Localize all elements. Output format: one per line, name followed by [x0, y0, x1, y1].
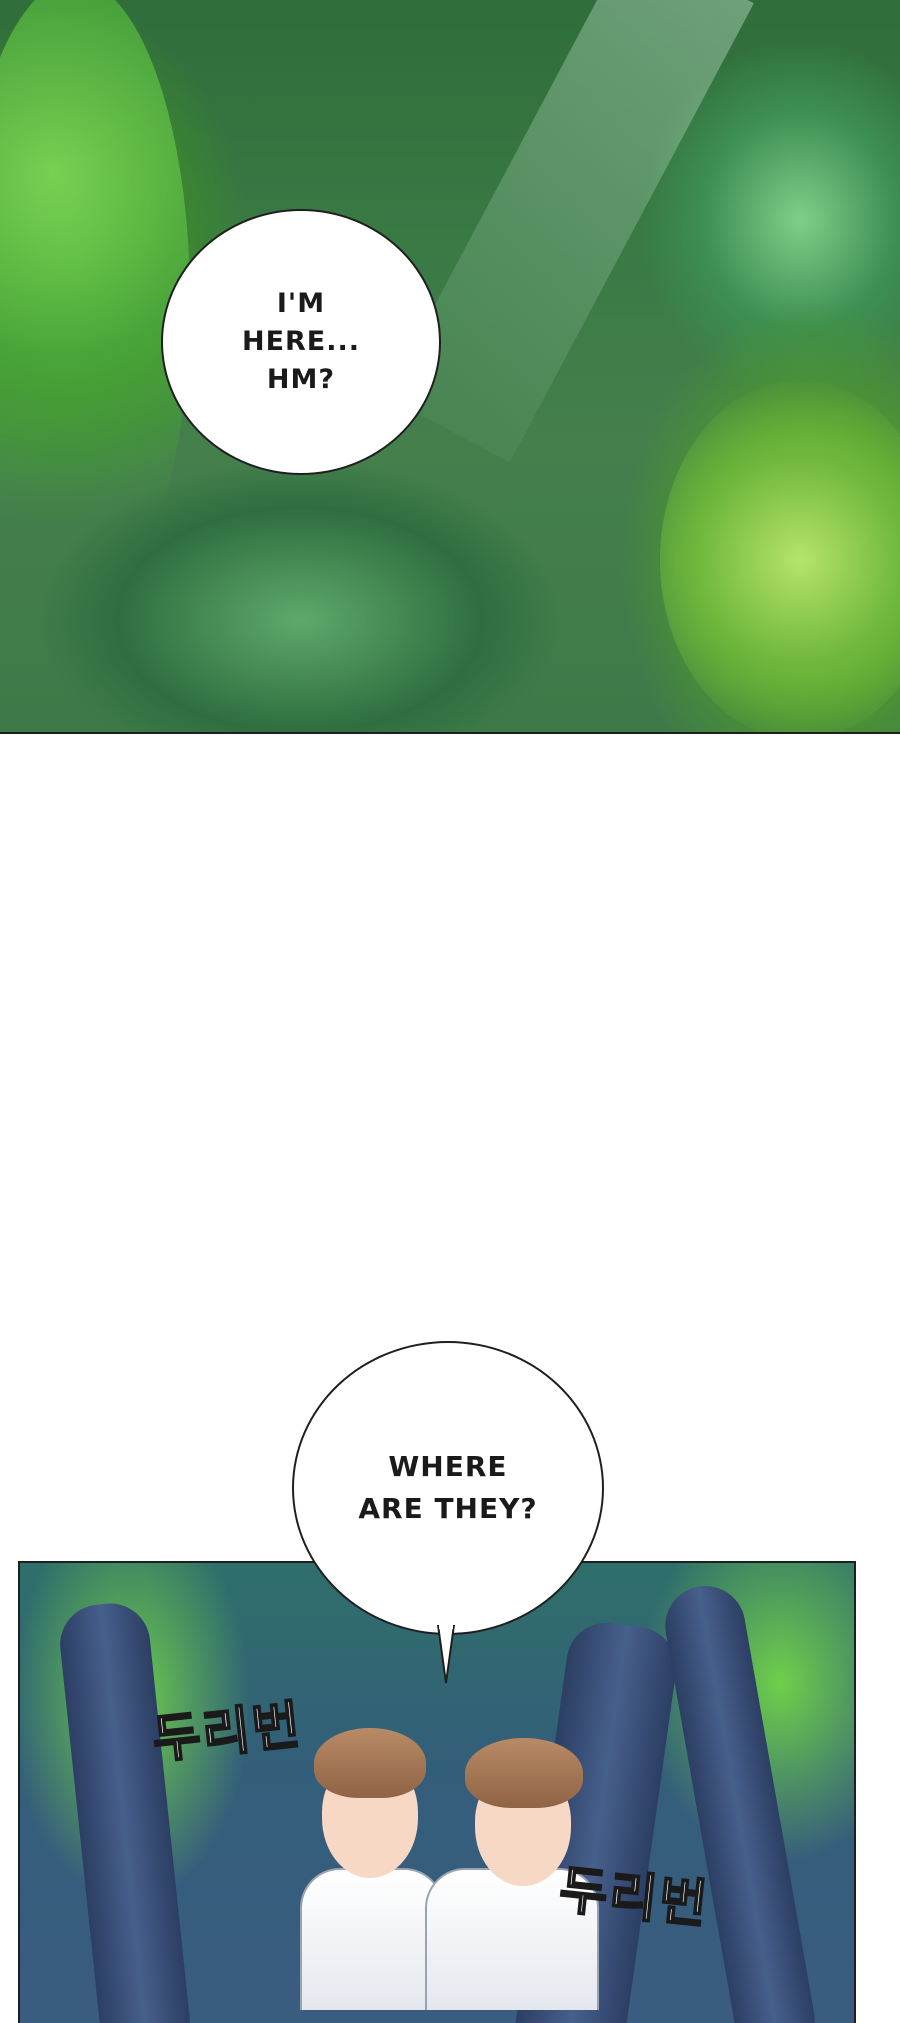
tree-trunk [658, 1579, 822, 2023]
forest-panel-top [0, 0, 900, 734]
speech-bubble-bottom: WHERE ARE THEY? [292, 1341, 604, 1635]
speech-bubble-top: I'M HERE... HM? [161, 209, 441, 475]
tree-trunk [56, 1599, 194, 2023]
sound-effect-text: 두리번 [149, 1694, 306, 1771]
hair [314, 1728, 426, 1798]
speech-bubble-tail [436, 1625, 456, 1684]
foliage-left [0, 0, 190, 620]
sunbeam [386, 0, 754, 463]
shirt [300, 1868, 444, 2010]
foliage-right [660, 380, 900, 732]
sound-effect-text: 두리번 [556, 1859, 713, 1936]
hair [465, 1738, 583, 1808]
